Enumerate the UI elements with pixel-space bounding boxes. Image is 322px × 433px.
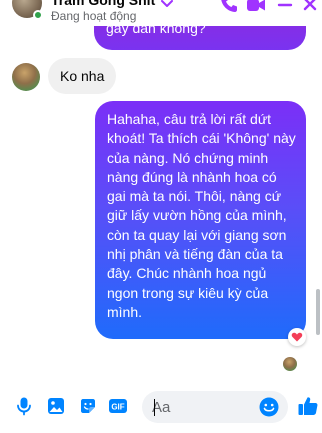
microphone-icon[interactable] [14,396,34,416]
incoming-message[interactable]: Ko nha [48,58,117,94]
phone-icon[interactable] [219,0,239,14]
emoji-icon[interactable] [258,396,280,418]
thumbs-up-icon[interactable] [297,395,319,417]
minimize-icon[interactable] [275,0,295,14]
outgoing-message[interactable]: Hahaha, câu trả lời rất dứt khoát! Ta th… [95,101,306,339]
chevron-down-icon[interactable] [160,0,174,10]
online-status-dot [33,10,43,20]
image-icon[interactable] [46,396,66,416]
heart-reaction-icon[interactable] [288,328,306,346]
svg-text:GIF: GIF [111,403,124,412]
contact-avatar-small[interactable] [12,63,40,91]
contact-status: Đang hoạt động [51,9,137,23]
chat-header: Trâm Gồng Shit Đang hoạt động [0,0,322,26]
contact-name[interactable]: Trâm Gồng Shit [51,0,155,8]
sticker-icon[interactable] [78,396,98,416]
message-input[interactable] [152,391,252,423]
seen-receipt-avatar [283,357,297,371]
video-icon[interactable] [246,0,266,14]
scrollbar-thumb[interactable] [316,289,320,335]
heart-icon [291,332,303,342]
close-icon[interactable] [300,0,320,14]
text-caret [154,399,155,416]
gif-icon[interactable]: GIF [108,396,128,416]
